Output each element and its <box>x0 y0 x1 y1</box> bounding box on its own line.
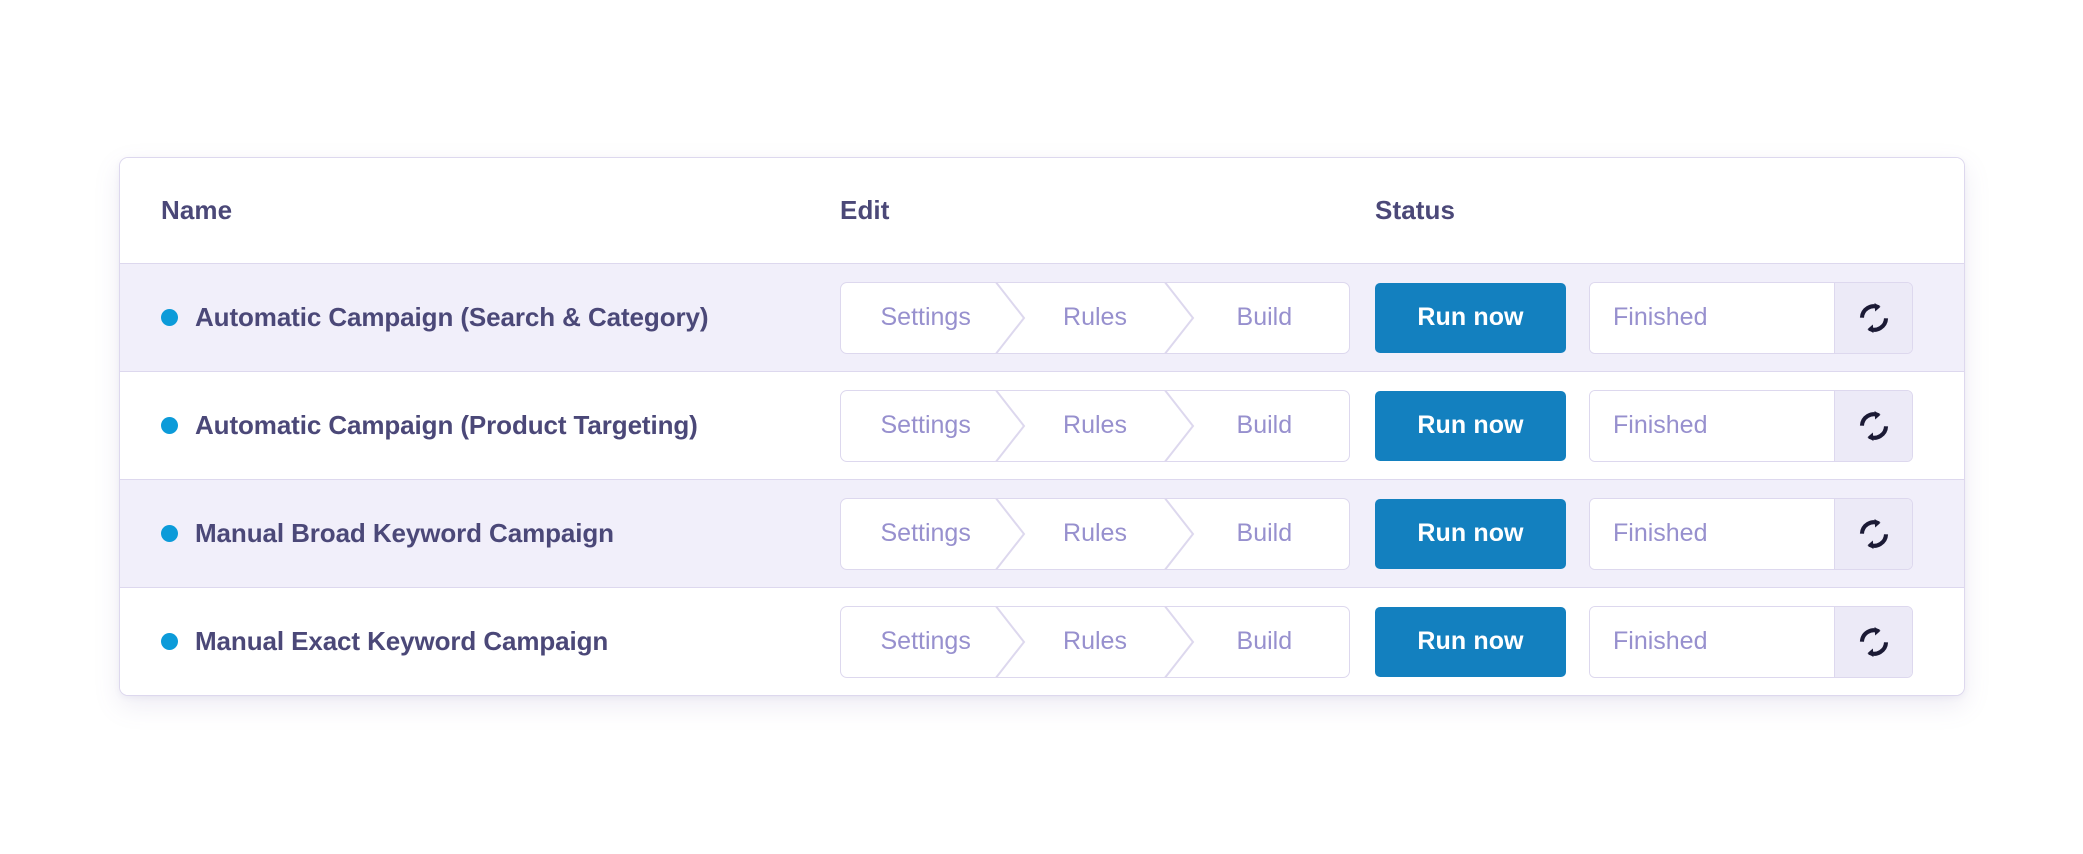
step-settings[interactable]: Settings <box>841 391 1010 461</box>
run-now-button[interactable]: Run now <box>1375 282 1566 353</box>
step-build[interactable]: Build <box>1180 283 1349 353</box>
edit-stepper: Settings Rules Build <box>840 497 1350 570</box>
status-input-group: Finished <box>1589 605 1913 678</box>
cell-campaign-name: Manual Broad Keyword Campaign <box>120 518 840 549</box>
edit-stepper: Settings Rules Build <box>840 389 1350 462</box>
edit-stepper: Settings Rules Build <box>840 605 1350 678</box>
cell-edit: Settings Rules Build <box>840 605 1375 678</box>
step-settings[interactable]: Settings <box>841 499 1010 569</box>
page-root: Name Edit Status Automatic Campaign (Sea… <box>0 0 2083 854</box>
status-input[interactable]: Finished <box>1590 606 1834 677</box>
refresh-button[interactable] <box>1834 390 1912 461</box>
step-build[interactable]: Build <box>1180 499 1349 569</box>
run-now-button[interactable]: Run now <box>1375 390 1566 461</box>
table-row: Manual Broad Keyword Campaign Settings R… <box>120 480 1964 588</box>
status-dot-icon <box>161 633 178 650</box>
table-row: Automatic Campaign (Product Targeting) S… <box>120 372 1964 480</box>
cell-status: Run now Finished <box>1375 605 1964 678</box>
run-now-button[interactable]: Run now <box>1375 606 1566 677</box>
cell-campaign-name: Manual Exact Keyword Campaign <box>120 626 840 657</box>
cell-edit: Settings Rules Build <box>840 389 1375 462</box>
step-settings[interactable]: Settings <box>841 283 1010 353</box>
refresh-button[interactable] <box>1834 282 1912 353</box>
column-header-name: Name <box>161 195 233 225</box>
refresh-icon <box>1857 625 1891 659</box>
status-dot-icon <box>161 525 178 542</box>
step-build[interactable]: Build <box>1180 607 1349 677</box>
status-input[interactable]: Finished <box>1590 498 1834 569</box>
status-dot-icon <box>161 309 178 326</box>
status-dot-icon <box>161 417 178 434</box>
table-header-row: Name Edit Status <box>120 158 1964 264</box>
refresh-icon <box>1857 517 1891 551</box>
column-header-status: Status <box>1375 195 1456 225</box>
campaign-name-label: Automatic Campaign (Search & Category) <box>195 302 709 332</box>
cell-status: Run now Finished <box>1375 281 1964 354</box>
campaign-name-label: Manual Exact Keyword Campaign <box>195 626 609 656</box>
table-body: Automatic Campaign (Search & Category) S… <box>120 264 1964 695</box>
campaigns-card: Name Edit Status Automatic Campaign (Sea… <box>119 157 1965 696</box>
cell-campaign-name: Automatic Campaign (Product Targeting) <box>120 410 840 441</box>
cell-edit: Settings Rules Build <box>840 497 1375 570</box>
status-input-group: Finished <box>1589 497 1913 570</box>
edit-stepper: Settings Rules Build <box>840 281 1350 354</box>
step-rules[interactable]: Rules <box>1010 283 1179 353</box>
step-build[interactable]: Build <box>1180 391 1349 461</box>
status-input-group: Finished <box>1589 281 1913 354</box>
refresh-button[interactable] <box>1834 498 1912 569</box>
table-row: Manual Exact Keyword Campaign Settings R… <box>120 588 1964 695</box>
cell-campaign-name: Automatic Campaign (Search & Category) <box>120 302 840 333</box>
campaign-name-label: Automatic Campaign (Product Targeting) <box>195 410 698 440</box>
table-row: Automatic Campaign (Search & Category) S… <box>120 264 1964 372</box>
refresh-button[interactable] <box>1834 606 1912 677</box>
campaign-name-label: Manual Broad Keyword Campaign <box>195 518 614 548</box>
status-input[interactable]: Finished <box>1590 390 1834 461</box>
refresh-icon <box>1857 301 1891 335</box>
cell-status: Run now Finished <box>1375 497 1964 570</box>
status-input[interactable]: Finished <box>1590 282 1834 353</box>
refresh-icon <box>1857 409 1891 443</box>
column-header-edit: Edit <box>840 195 890 225</box>
cell-edit: Settings Rules Build <box>840 281 1375 354</box>
step-rules[interactable]: Rules <box>1010 391 1179 461</box>
cell-status: Run now Finished <box>1375 389 1964 462</box>
step-rules[interactable]: Rules <box>1010 607 1179 677</box>
status-input-group: Finished <box>1589 389 1913 462</box>
step-settings[interactable]: Settings <box>841 607 1010 677</box>
run-now-button[interactable]: Run now <box>1375 498 1566 569</box>
step-rules[interactable]: Rules <box>1010 499 1179 569</box>
